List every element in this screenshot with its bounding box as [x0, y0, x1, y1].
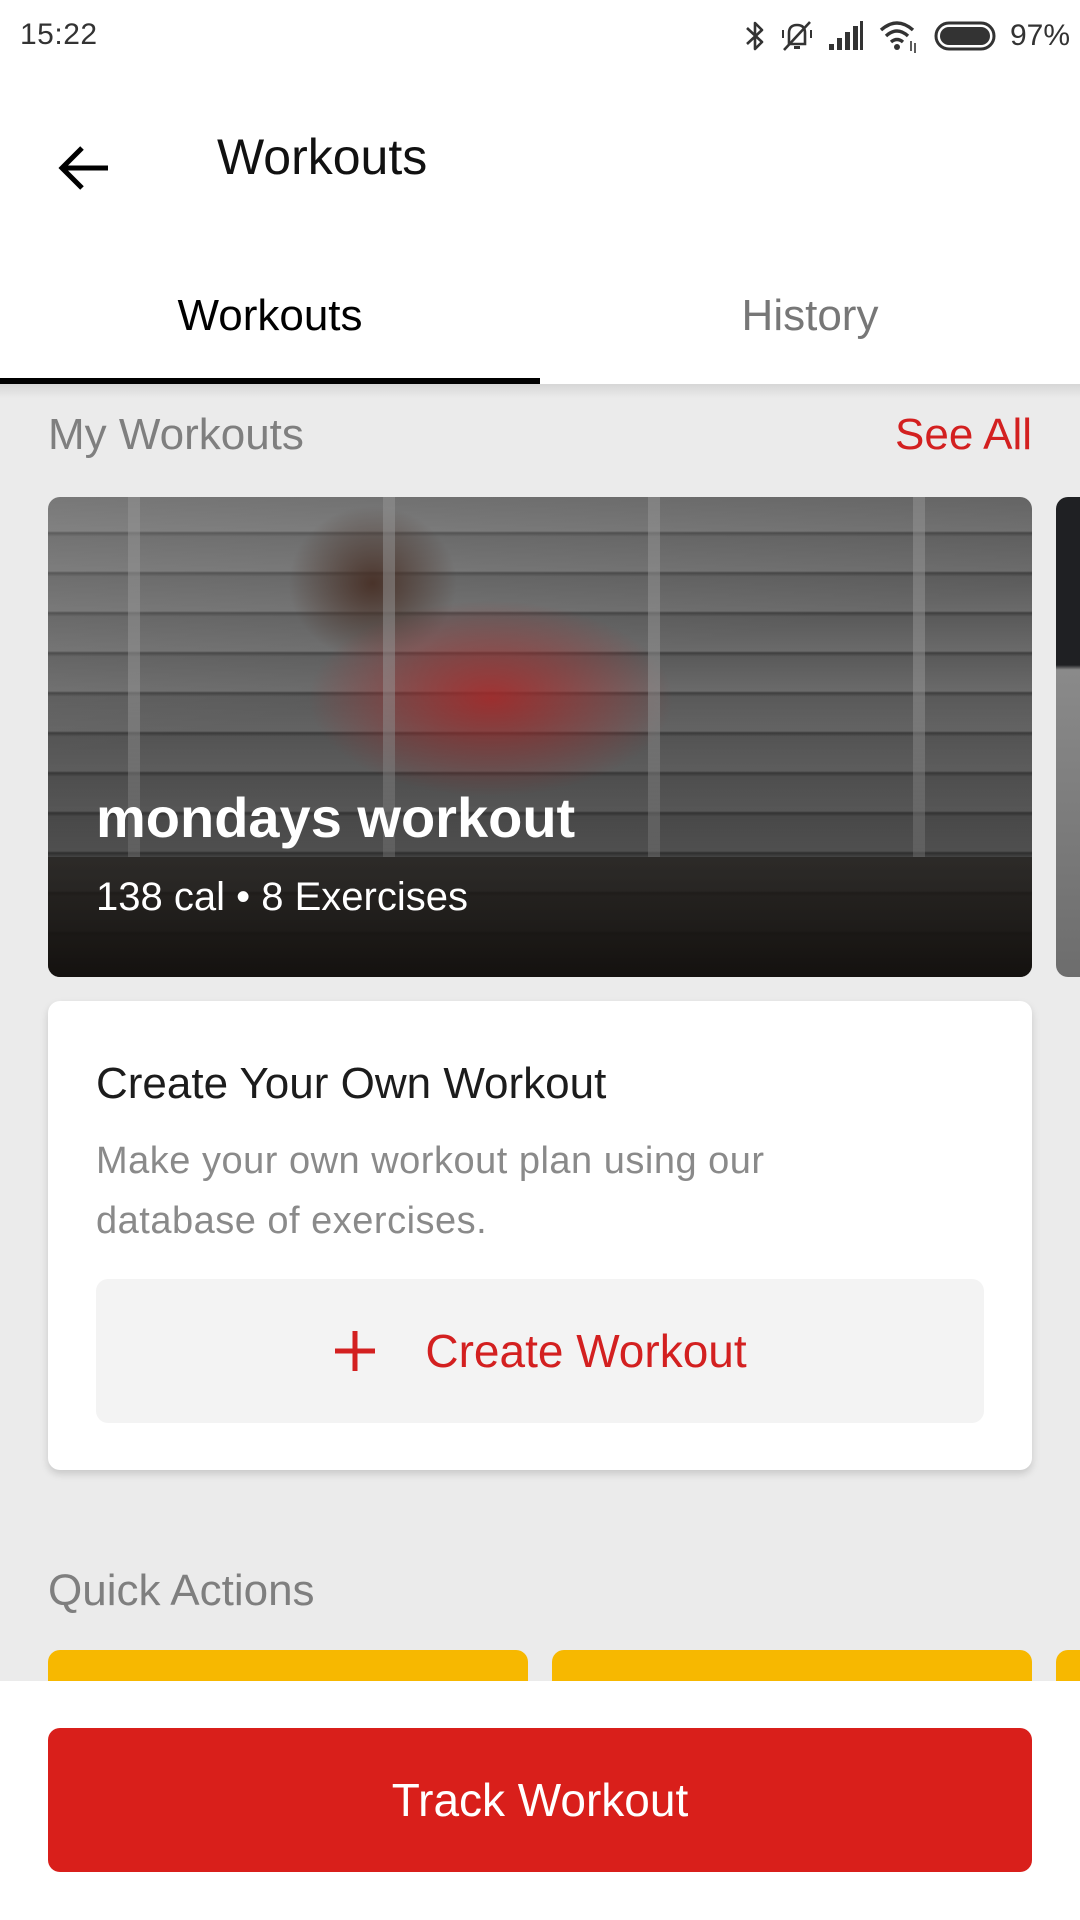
- create-card-description: Make your own workout plan using our dat…: [96, 1140, 765, 1242]
- page-title: Workouts: [217, 129, 428, 185]
- tabs-shadow: [0, 384, 1080, 398]
- back-button[interactable]: [40, 124, 128, 212]
- section-title: Quick Actions: [48, 1566, 315, 1615]
- quick-actions-header: Quick Actions: [48, 1566, 1032, 1616]
- status-time: 15:22: [20, 18, 98, 51]
- battery-percent: 97%: [1009, 19, 1070, 52]
- tab-history[interactable]: History: [540, 240, 1080, 384]
- status-bar: 15:22 97%: [0, 0, 1080, 72]
- signal-icon: [828, 21, 863, 50]
- workout-meta: 138 cal • 8 Exercises: [96, 875, 468, 919]
- create-workout-label: Create Workout: [425, 1325, 747, 1377]
- workout-card[interactable]: mondays workout 138 cal • 8 Exercises: [48, 497, 1032, 977]
- tab-label: History: [741, 291, 879, 340]
- tab-label: Workouts: [177, 291, 363, 340]
- tab-bar: Workouts History: [0, 240, 1080, 384]
- create-workout-card: Create Your Own Workout Make your own wo…: [48, 1001, 1032, 1470]
- my-workouts-header: My Workouts See All: [48, 410, 1032, 460]
- tab-workouts[interactable]: Workouts: [0, 240, 540, 384]
- create-workout-button[interactable]: Create Workout: [96, 1279, 984, 1423]
- arrow-left-icon: [58, 146, 108, 190]
- section-title: My Workouts: [48, 410, 304, 459]
- bottom-bar: Track Workout: [0, 1681, 1080, 1920]
- bluetooth-icon: [746, 21, 764, 51]
- bell-off-icon: [781, 21, 812, 51]
- create-card-title: Create Your Own Workout: [96, 1059, 607, 1108]
- app-bar: Workouts: [0, 72, 1080, 240]
- status-icons: 97%: [744, 14, 1070, 58]
- workout-name: mondays workout: [96, 786, 576, 849]
- plus-icon: [335, 1331, 376, 1371]
- workout-card-next[interactable]: [1056, 497, 1080, 977]
- wifi-icon: [879, 21, 916, 53]
- battery-icon: [934, 21, 996, 51]
- track-workout-button[interactable]: Track Workout: [48, 1728, 1032, 1872]
- track-workout-label: Track Workout: [391, 1774, 689, 1826]
- see-all-link[interactable]: See All: [895, 410, 1032, 460]
